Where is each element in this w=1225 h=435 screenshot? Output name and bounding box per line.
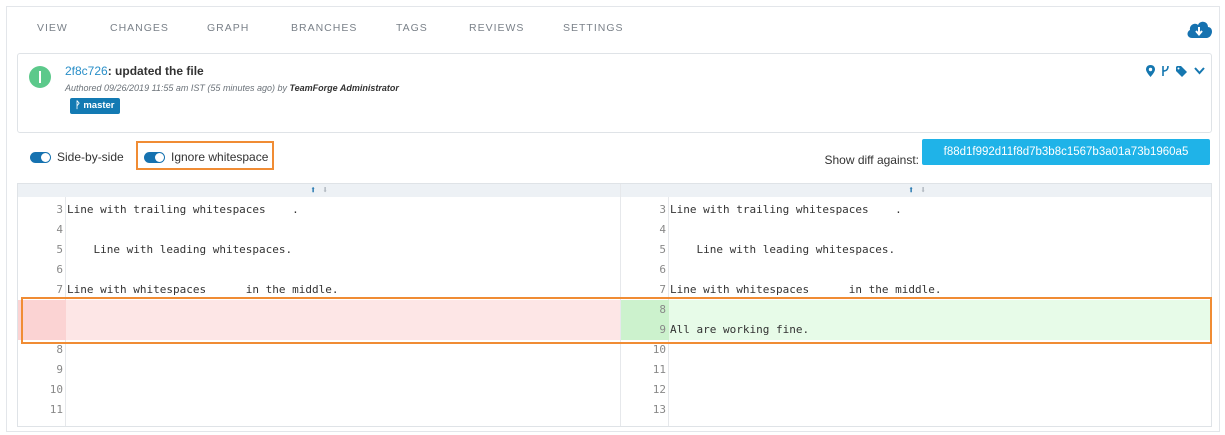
avatar xyxy=(29,66,51,88)
show-diff-label: Show diff against: xyxy=(824,153,919,167)
line-number: 10 xyxy=(49,383,63,396)
ignore-whitespace-switch[interactable] xyxy=(144,151,165,163)
branch-badge[interactable]: ᚹ master xyxy=(70,98,120,114)
line-code: Line with trailing whitespaces . xyxy=(67,203,299,216)
side-by-side-toggle[interactable]: Side-by-side xyxy=(30,150,124,164)
line-number: 11 xyxy=(652,363,666,376)
tab-tags[interactable]: TAGS xyxy=(396,22,428,34)
tab-changes[interactable]: CHANGES xyxy=(110,22,169,34)
commit-message: : updated the file xyxy=(107,64,204,78)
line-number: 13 xyxy=(652,403,666,416)
line-number: 11 xyxy=(49,403,63,416)
authored-line: Authored 09/26/2019 11:55 am IST (55 min… xyxy=(65,83,399,93)
arrow-up-icon[interactable]: ⬆ xyxy=(310,185,316,196)
line-code: Line with leading whitespaces. xyxy=(670,243,896,256)
cloud-download-icon[interactable] xyxy=(1185,19,1213,41)
line-number: 6 xyxy=(659,263,666,276)
diff-line: 4 xyxy=(18,220,620,240)
line-code: Line with trailing whitespaces . xyxy=(670,203,902,216)
diff-line: 9 xyxy=(18,360,620,380)
diff-line: 11 xyxy=(621,360,1211,380)
branch-icon: ᚹ xyxy=(75,100,81,111)
line-number: 5 xyxy=(56,243,63,256)
tab-settings[interactable]: SETTINGS xyxy=(563,22,624,34)
branch-name: master xyxy=(83,100,115,111)
top-nav: VIEW CHANGES GRAPH BRANCHES TAGS REVIEWS… xyxy=(7,7,1219,45)
line-number: 3 xyxy=(56,203,63,216)
repository-frame: VIEW CHANGES GRAPH BRANCHES TAGS REVIEWS… xyxy=(6,6,1220,432)
diff-target-button[interactable]: f88d1f992d11f8d7b3b8c1567b3a01a73b1960a5 xyxy=(922,139,1210,165)
side-by-side-switch[interactable] xyxy=(30,151,51,163)
line-number: 12 xyxy=(652,383,666,396)
side-by-side-label: Side-by-side xyxy=(57,150,124,164)
ignore-whitespace-label: Ignore whitespace xyxy=(171,150,269,164)
map-marker-icon[interactable] xyxy=(1146,65,1155,77)
line-number: 5 xyxy=(659,243,666,256)
diff-line: 3 Line with trailing whitespaces . xyxy=(18,200,620,220)
arrow-down-icon[interactable]: ⬇ xyxy=(920,185,926,196)
commit-card: 2f8c726: updated the file Authored 09/26… xyxy=(17,53,1212,133)
branch-icon[interactable] xyxy=(1161,65,1170,77)
line-number: 4 xyxy=(659,223,666,236)
changed-block-highlight xyxy=(21,297,1212,344)
line-number: 6 xyxy=(56,263,63,276)
commit-hash-link[interactable]: 2f8c726 xyxy=(65,64,108,78)
diff-line: 12 xyxy=(621,380,1211,400)
diff-line: 10 xyxy=(18,380,620,400)
diff-line: 3 Line with trailing whitespaces . xyxy=(621,200,1211,220)
authored-text: Authored 09/26/2019 11:55 am IST (55 min… xyxy=(65,83,290,93)
commit-title: 2f8c726: updated the file xyxy=(65,64,204,78)
chevron-down-icon[interactable] xyxy=(1194,67,1205,75)
diff-line: 4 xyxy=(621,220,1211,240)
tab-branches[interactable]: BRANCHES xyxy=(291,22,357,34)
tab-view[interactable]: VIEW xyxy=(37,22,68,34)
line-number: 3 xyxy=(659,203,666,216)
tab-graph[interactable]: GRAPH xyxy=(207,22,249,34)
right-pane-header: ⬆ ⬇ xyxy=(621,184,1211,197)
line-number: 9 xyxy=(56,363,63,376)
left-pane-header: ⬆ ⬇ xyxy=(18,184,620,197)
diff-line: 6 xyxy=(621,260,1211,280)
diff-line: 13 xyxy=(621,400,1211,420)
ignore-whitespace-toggle[interactable]: Ignore whitespace xyxy=(144,150,268,164)
diff-line: 6 xyxy=(18,260,620,280)
diff-line: 5 Line with leading whitespaces. xyxy=(18,240,620,260)
line-code: Line with leading whitespaces. xyxy=(67,243,293,256)
arrow-down-icon[interactable]: ⬇ xyxy=(322,185,328,196)
tag-icon[interactable] xyxy=(1176,65,1188,77)
line-number: 4 xyxy=(56,223,63,236)
arrow-up-icon[interactable]: ⬆ xyxy=(908,185,914,196)
commit-actions xyxy=(1146,64,1205,78)
diff-line: 11 xyxy=(18,400,620,420)
author-name: TeamForge Administrator xyxy=(289,83,399,93)
tab-reviews[interactable]: REVIEWS xyxy=(469,22,524,34)
diff-line: 5 Line with leading whitespaces. xyxy=(621,240,1211,260)
